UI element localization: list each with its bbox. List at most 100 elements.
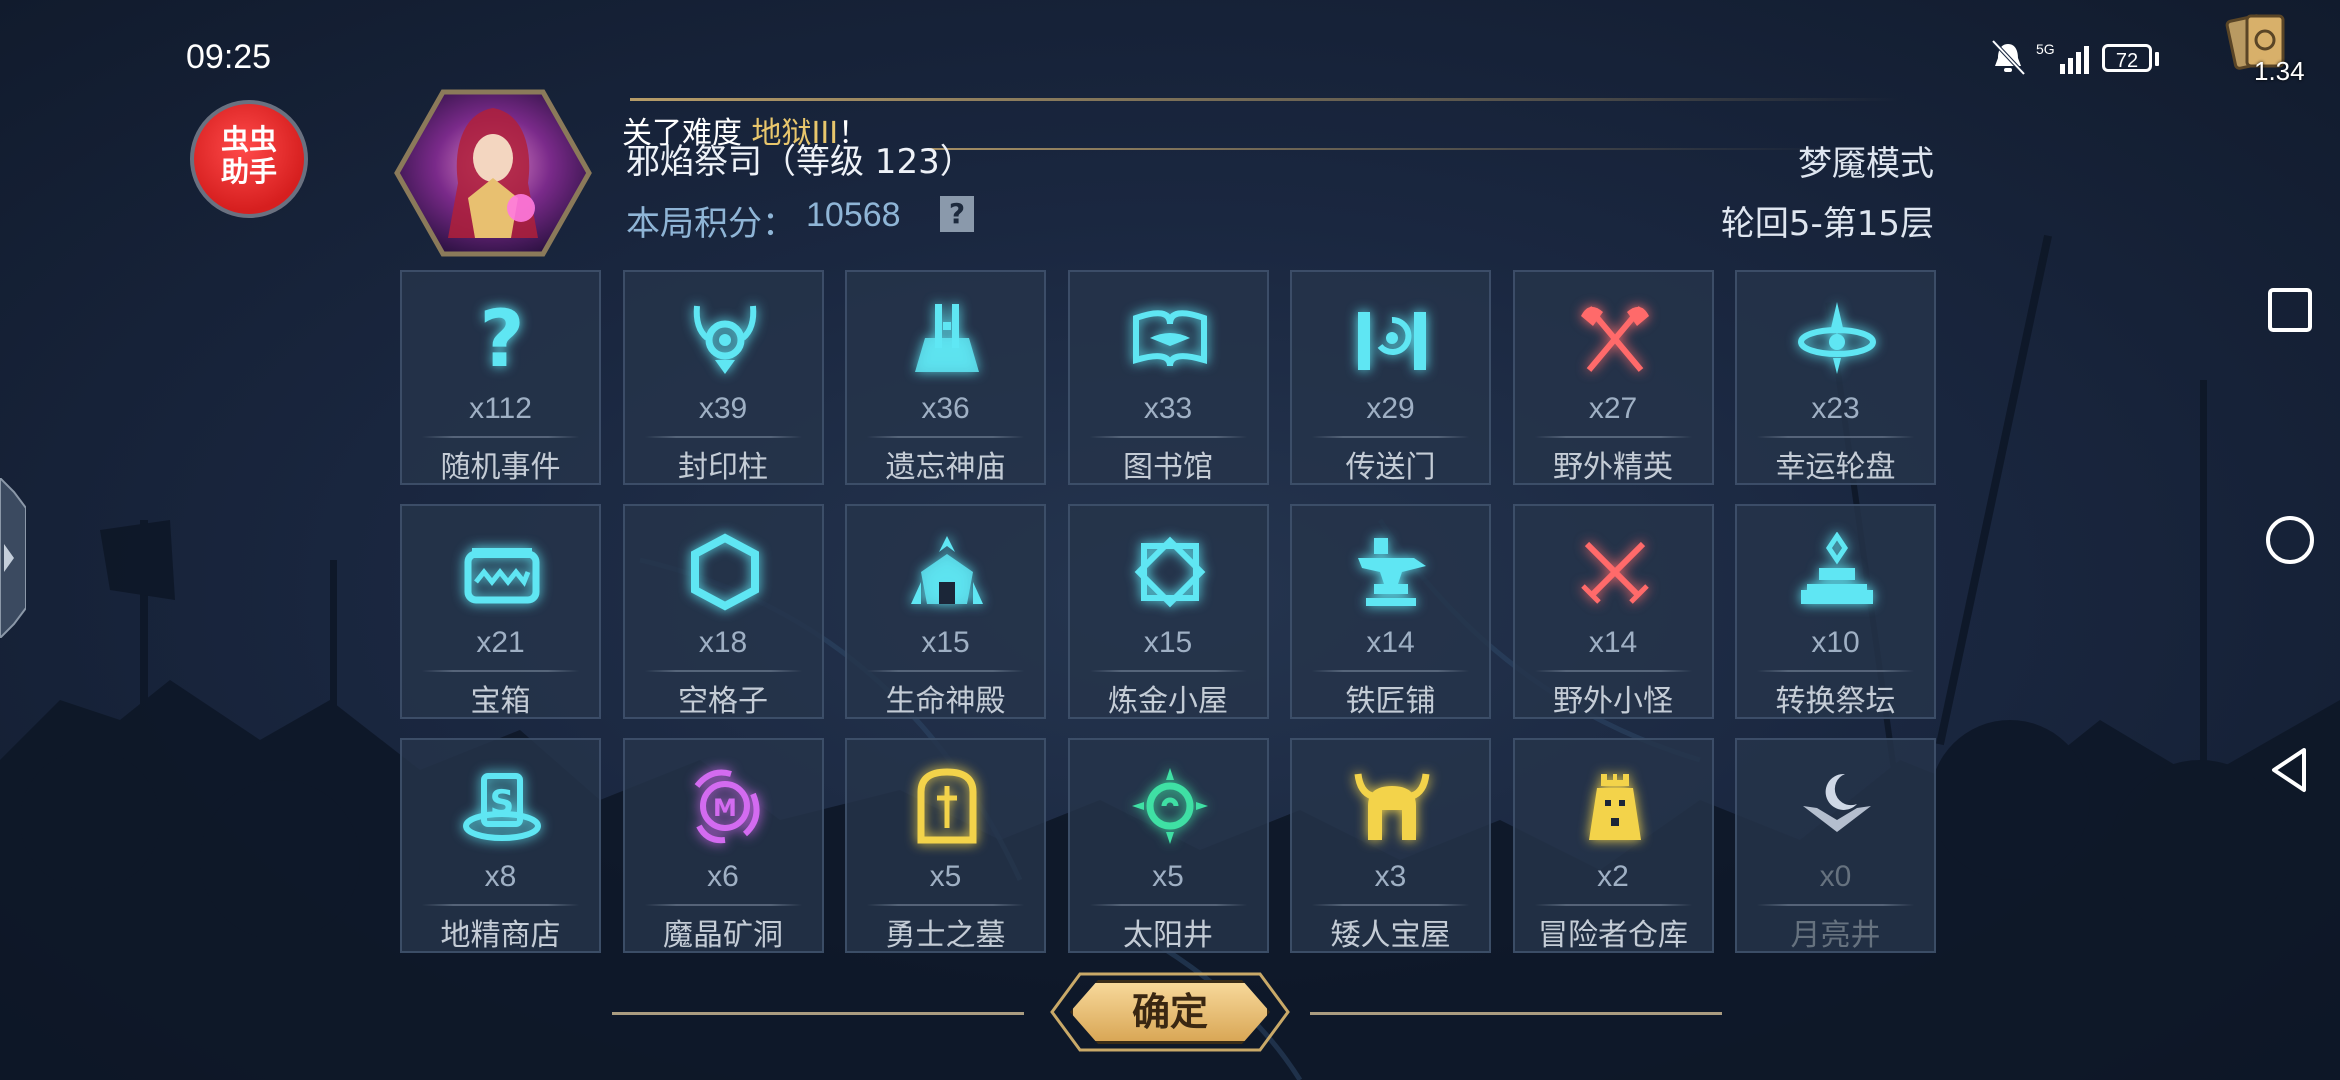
tile-name: 炼金小屋 xyxy=(1108,684,1228,719)
home-circle-icon[interactable] xyxy=(2260,510,2320,570)
event-tile[interactable]: x36 遗忘神庙 xyxy=(845,270,1046,485)
event-tile[interactable]: x5 勇士之墓 xyxy=(845,738,1046,953)
event-tile[interactable]: x29 传送门 xyxy=(1290,270,1491,485)
tile-divider xyxy=(1757,436,1914,438)
svg-text:?: ? xyxy=(479,298,524,378)
event-tile[interactable]: Sx8 地精商店 xyxy=(400,738,601,953)
recents-square-icon[interactable] xyxy=(2260,280,2320,340)
tile-count: x15 xyxy=(1143,626,1193,659)
event-tile[interactable]: x33 图书馆 xyxy=(1067,270,1269,485)
confirm-right-line xyxy=(1310,1012,1722,1015)
seal-pillar-icon xyxy=(693,305,756,374)
tile-divider xyxy=(422,436,579,438)
event-tile[interactable]: x15 生命神殿 xyxy=(845,504,1046,719)
crystal-mine-icon: M xyxy=(694,769,760,844)
tile-count: x14 xyxy=(1366,626,1415,659)
tile-count: x3 xyxy=(1374,860,1407,893)
tile-count: x29 xyxy=(1366,392,1415,425)
tile-name: 图书馆 xyxy=(1123,450,1213,485)
confirm-left-line xyxy=(612,1012,1024,1015)
tile-divider xyxy=(1089,670,1247,672)
dwarf-helmet-icon xyxy=(1354,773,1430,840)
library-book-icon xyxy=(1132,310,1207,367)
tile-count: x0 xyxy=(1819,860,1852,893)
score-label: 本局积分： xyxy=(626,204,796,244)
crossed-axes-icon xyxy=(1580,306,1649,372)
tile-count: x5 xyxy=(1152,860,1184,893)
tile-name: 地精商店 xyxy=(440,918,561,953)
tile-divider xyxy=(1534,436,1692,438)
tile-divider xyxy=(1757,670,1914,672)
tile-count: x5 xyxy=(929,860,962,893)
tile-count: x21 xyxy=(476,626,525,659)
network-type-text: 5G xyxy=(2036,41,2055,57)
tile-name: 幸运轮盘 xyxy=(1775,450,1896,485)
tile-count: x15 xyxy=(921,626,970,659)
tile-count: x14 xyxy=(1588,626,1638,659)
sun-well-icon xyxy=(1131,768,1208,844)
status-bar: 09:25 5G 72 1.34 xyxy=(0,0,2340,90)
tile-count: x10 xyxy=(1811,626,1860,659)
treasure-chest-icon xyxy=(464,548,540,604)
tomb-icon xyxy=(917,768,977,844)
tile-count: x27 xyxy=(1588,392,1638,425)
event-grid: ? x112 随机事件 x39 封印柱 x36 遗忘神庙 x33 图书馆 x29 传送门 x27 野外精… xyxy=(400,270,1936,953)
tile-name: 封印柱 xyxy=(678,450,768,485)
svg-text:S: S xyxy=(490,783,515,823)
event-tile[interactable]: x2 冒险者仓库 xyxy=(1512,738,1714,953)
event-tile[interactable]: ? x112 随机事件 xyxy=(400,270,601,485)
event-tile[interactable]: x14 野外小怪 xyxy=(1512,504,1714,719)
tile-count: x33 xyxy=(1143,392,1193,425)
alchemy-icon xyxy=(1134,536,1205,608)
tile-name: 魔晶矿洞 xyxy=(663,918,783,953)
signal-bars-icon xyxy=(2060,46,2089,74)
helper-label-line1: 虫虫 xyxy=(220,123,277,156)
notice-underline xyxy=(930,148,1830,150)
forgotten-temple-icon xyxy=(915,304,979,372)
muted-bell-icon xyxy=(1991,39,2026,76)
clock: 09:25 xyxy=(186,38,272,76)
crossed-swords-icon xyxy=(1580,541,1649,604)
tile-count: x39 xyxy=(698,392,748,425)
tile-divider xyxy=(1089,436,1247,438)
event-tile[interactable]: x3 矮人宝屋 xyxy=(1290,738,1491,953)
tile-divider xyxy=(867,436,1024,438)
tile-name: 太阳井 xyxy=(1123,918,1213,953)
event-tile[interactable]: x23 幸运轮盘 xyxy=(1735,270,1936,485)
tile-divider xyxy=(1757,904,1914,906)
event-tile[interactable]: x5 太阳井 xyxy=(1067,738,1269,953)
tile-count: x8 xyxy=(484,860,517,893)
svg-text:M: M xyxy=(713,794,737,822)
tile-name: 随机事件 xyxy=(440,450,561,485)
event-tile[interactable]: Mx6 魔晶矿洞 xyxy=(622,738,824,953)
hero-name: 邪焰祭司（等级 123） xyxy=(626,142,974,182)
tile-divider xyxy=(1089,904,1247,906)
event-tile[interactable]: x15 炼金小屋 xyxy=(1067,504,1269,719)
hexagon-icon xyxy=(690,533,759,611)
cycle-level: 轮回5-第15层 xyxy=(1720,204,1934,244)
event-tile[interactable]: x21 宝箱 xyxy=(400,504,601,719)
event-tile[interactable]: x10 转换祭坛 xyxy=(1735,504,1936,719)
tile-count: x2 xyxy=(1597,860,1629,893)
tile-name: 冒险者仓库 xyxy=(1538,918,1688,953)
helper-floating-button[interactable]: 虫虫 助手 xyxy=(190,100,308,218)
tile-name: 野外精英 xyxy=(1553,450,1673,485)
event-tile[interactable]: x27 野外精英 xyxy=(1512,270,1714,485)
confirm-button-frame: 确定 xyxy=(1050,972,1290,1052)
tile-name: 铁匠铺 xyxy=(1345,684,1436,719)
score-help-button[interactable]: ? xyxy=(940,196,974,232)
tile-count: x36 xyxy=(921,392,970,425)
altar-icon xyxy=(1801,532,1873,604)
event-tile[interactable]: x0 月亮井 xyxy=(1735,738,1936,953)
system-nav-bar xyxy=(2240,0,2340,1080)
event-tile[interactable]: x39 封印柱 xyxy=(622,270,824,485)
tile-name: 转换祭坛 xyxy=(1775,684,1896,719)
battery-tip xyxy=(2155,52,2159,66)
event-tile[interactable]: x18 空格子 xyxy=(622,504,824,719)
tile-name: 传送门 xyxy=(1345,450,1436,485)
back-triangle-icon[interactable] xyxy=(2260,740,2320,800)
left-drawer-tab[interactable] xyxy=(0,478,26,638)
anvil-icon xyxy=(1358,538,1426,606)
event-tile[interactable]: x14 铁匠铺 xyxy=(1290,504,1491,719)
confirm-button[interactable]: 确定 xyxy=(1070,980,1270,1044)
